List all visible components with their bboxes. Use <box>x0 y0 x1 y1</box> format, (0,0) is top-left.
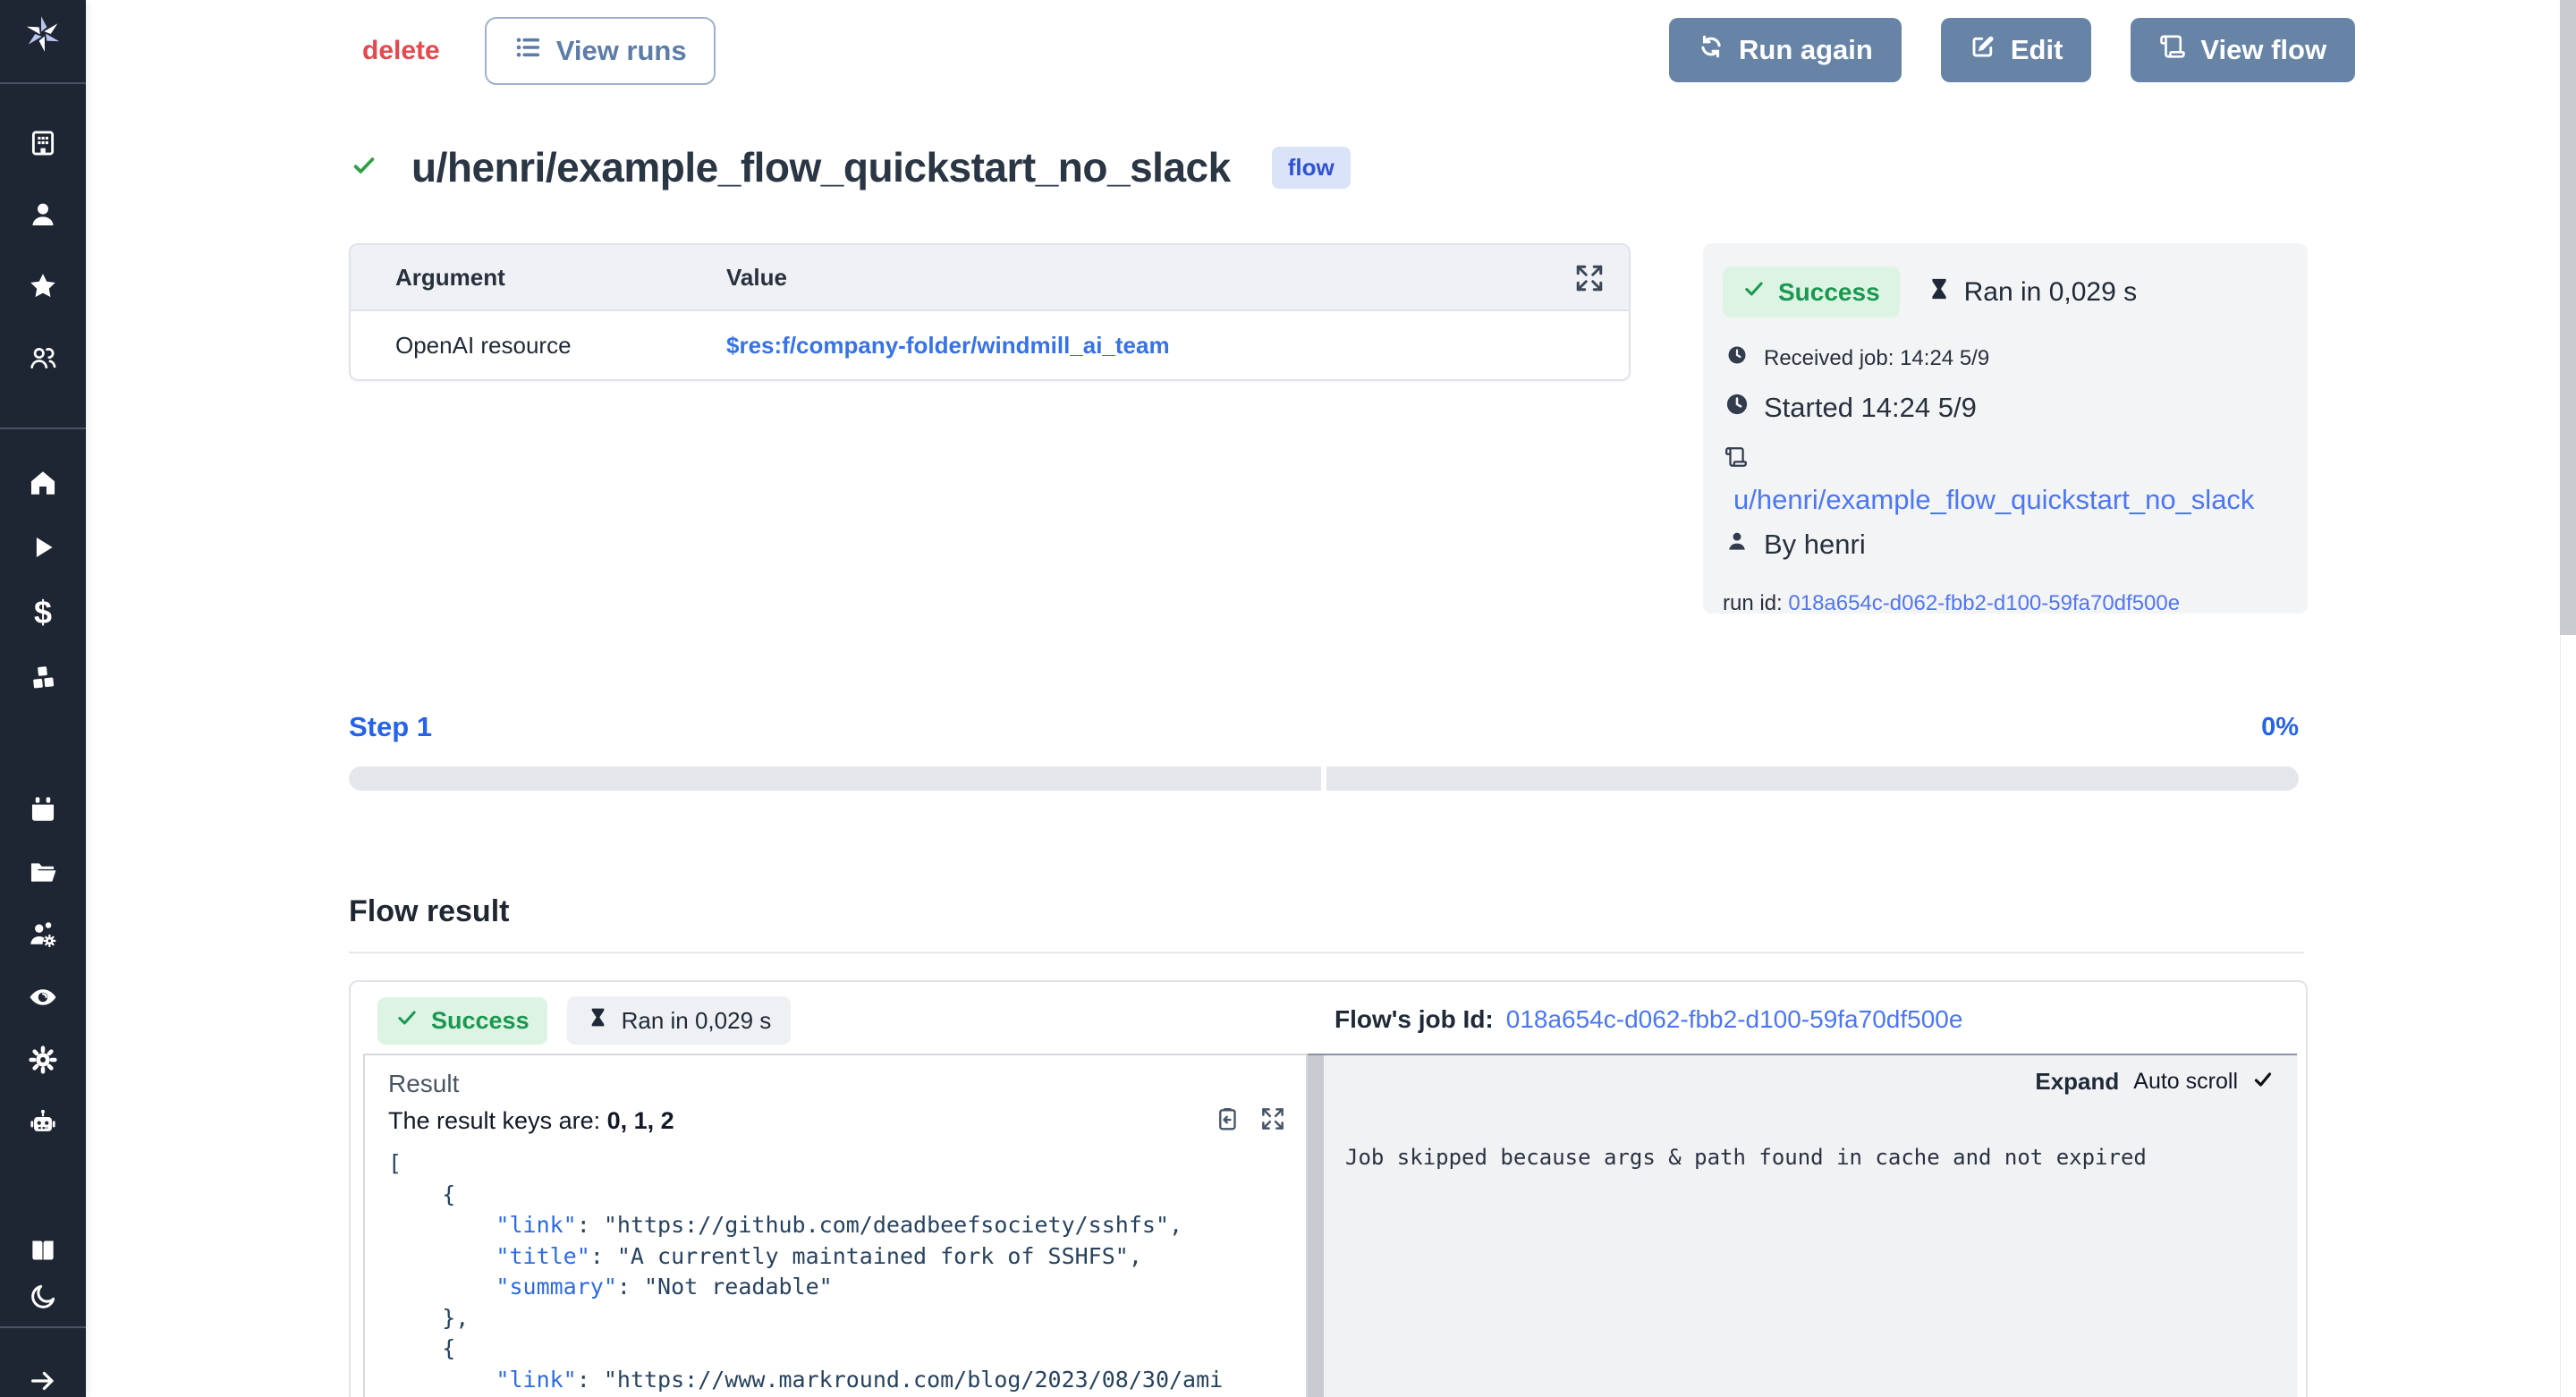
step-progress-section: Step 1 0% <box>349 711 2299 791</box>
hourglass-icon <box>587 1006 609 1035</box>
arrow-right-icon[interactable] <box>21 1359 64 1397</box>
maximize-icon[interactable] <box>1259 1105 1286 1137</box>
received-job-label: Received job: 14:24 5/9 <box>1764 346 1989 371</box>
maximize-icon[interactable] <box>1573 262 1606 294</box>
building-icon[interactable] <box>21 122 64 165</box>
scrollbar-track[interactable] <box>2560 0 2576 1397</box>
user-group-gear-icon[interactable] <box>21 913 64 956</box>
edit-button[interactable]: Edit <box>1941 18 2092 82</box>
status-label: Success <box>431 1007 530 1035</box>
step-label[interactable]: Step 1 <box>349 711 432 743</box>
duration-label: Ran in 0,029 s <box>622 1007 772 1035</box>
status-label: Success <box>1778 278 1880 307</box>
progress-segment <box>349 766 1321 791</box>
scroll-icon <box>2159 33 2186 67</box>
step-percent: 0% <box>2261 713 2299 742</box>
clipboard-copy-icon[interactable] <box>1215 1105 1241 1137</box>
folder-open-icon[interactable] <box>21 851 64 893</box>
run-id-link[interactable]: 018a654c-d062-fbb2-d100-59fa70df500e <box>1788 591 2180 615</box>
page-title: u/henri/example_flow_quickstart_no_slack <box>411 143 1231 191</box>
edit-label: Edit <box>2011 34 2063 66</box>
check-icon[interactable] <box>2252 1069 2274 1095</box>
eye-icon[interactable] <box>21 976 64 1019</box>
column-header-value: Value <box>726 264 787 292</box>
edit-icon <box>1970 33 1996 67</box>
hourglass-icon <box>1927 276 1952 309</box>
user-icon <box>1724 529 1750 561</box>
check-icon <box>395 1006 419 1036</box>
duration-badge: Ran in 0,029 s <box>567 996 792 1045</box>
ran-in-label: Ran in 0,029 s <box>1964 277 2137 308</box>
sidebar-divider <box>0 82 86 84</box>
log-expand-button[interactable]: Expand <box>2035 1068 2119 1096</box>
play-icon[interactable] <box>21 526 64 569</box>
clock-icon <box>1726 344 1748 372</box>
table-row: OpenAI resource $res:f/company-folder/wi… <box>351 311 1629 379</box>
sidebar-divider <box>0 428 86 429</box>
book-icon[interactable] <box>21 1229 64 1272</box>
view-flow-label: View flow <box>2200 34 2326 66</box>
gear-icon[interactable] <box>21 1038 64 1081</box>
log-panel: Expand Auto scroll Job skipped because a… <box>1324 1054 2297 1397</box>
scroll-icon <box>1724 445 2288 473</box>
flow-job-id-label: Flow's job Id: <box>1335 1005 1494 1033</box>
divider <box>349 952 2304 953</box>
argument-name: OpenAI resource <box>351 332 726 360</box>
flow-result-card: Success Ran in 0,029 s Flow's job Id: 018… <box>349 980 2308 1397</box>
flow-badge: flow <box>1272 147 1351 189</box>
run-again-label: Run again <box>1739 34 1873 66</box>
flow-result-heading: Flow result <box>349 894 509 929</box>
log-output: Job skipped because args & path found in… <box>1345 1145 2147 1170</box>
scrollbar-thumb[interactable] <box>2560 0 2576 635</box>
view-runs-button[interactable]: View runs <box>485 17 716 85</box>
result-keys: 0, 1, 2 <box>607 1107 674 1134</box>
robot-icon[interactable] <box>21 1101 64 1144</box>
user-icon[interactable] <box>21 193 64 236</box>
argument-value-link[interactable]: $res:f/company-folder/windmill_ai_team <box>726 332 1170 360</box>
panel-splitter[interactable] <box>1308 1054 1324 1397</box>
flow-path-link[interactable]: u/henri/example_flow_quickstart_no_slack <box>1733 484 2288 516</box>
job-info-card: Success Ran in 0,029 s Received job: 14:… <box>1703 243 2308 614</box>
result-title: Result <box>388 1070 459 1098</box>
success-check-icon <box>351 152 377 183</box>
delete-button[interactable]: delete <box>362 36 440 66</box>
flow-job-id-link[interactable]: 018a654c-d062-fbb2-d100-59fa70df500e <box>1506 1005 1963 1033</box>
dollar-icon[interactable]: $ <box>21 591 64 634</box>
list-icon <box>513 33 542 69</box>
main-content: delete View runs Run again Edit View flo… <box>86 0 2576 1397</box>
auto-scroll-toggle[interactable]: Auto scroll <box>2133 1069 2238 1095</box>
run-id-label: run id: <box>1723 591 1788 615</box>
moon-icon[interactable] <box>21 1275 64 1318</box>
windmill-logo[interactable] <box>18 7 68 61</box>
clock-icon <box>1724 392 1750 424</box>
result-keys-label: The result keys are: <box>388 1107 607 1134</box>
view-flow-button[interactable]: View flow <box>2131 18 2355 82</box>
progress-segment <box>1326 766 2299 791</box>
sidebar: $ <box>0 0 86 1397</box>
refresh-icon <box>1698 33 1724 67</box>
result-panel: Result The result keys are: 0, 1, 2 [ { … <box>363 1054 1308 1397</box>
started-label: Started 14:24 5/9 <box>1764 392 1977 424</box>
calendar-icon[interactable] <box>21 788 64 831</box>
users-icon[interactable] <box>21 336 64 379</box>
sidebar-divider <box>0 1326 86 1328</box>
column-header-argument: Argument <box>351 264 726 292</box>
run-again-button[interactable]: Run again <box>1669 18 1902 82</box>
star-icon[interactable] <box>21 265 64 308</box>
status-badge: Success <box>377 997 547 1045</box>
status-badge: Success <box>1723 267 1900 318</box>
progress-bar <box>349 766 2299 791</box>
arguments-table: Argument Value OpenAI resource $res:f/co… <box>349 243 1631 381</box>
result-json: [ { "link": "https://github.com/deadbeef… <box>388 1148 1306 1397</box>
view-runs-label: View runs <box>556 35 687 67</box>
by-author-label: By henri <box>1764 529 1866 561</box>
check-icon <box>1742 277 1766 307</box>
cubes-icon[interactable] <box>21 656 64 699</box>
home-icon[interactable] <box>21 461 64 504</box>
